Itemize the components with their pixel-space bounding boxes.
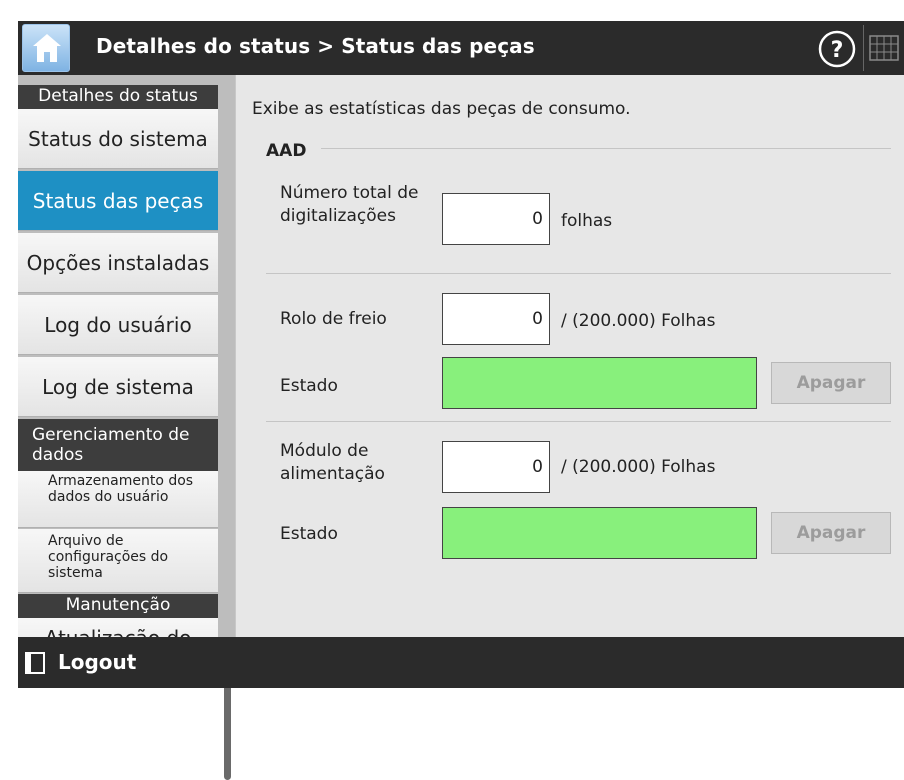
sidebar-scroll-thumb[interactable]: [224, 684, 231, 780]
sidebar-section-status: Detalhes do status: [18, 85, 218, 109]
feed-module-status-bar: [442, 507, 757, 559]
screen: Detalhes do status > Status das peças ? …: [0, 0, 904, 780]
sidebar-item-installed-options[interactable]: Opções instaladas: [18, 233, 218, 293]
logout-button[interactable]: Logout: [18, 637, 158, 688]
help-button[interactable]: ?: [817, 29, 857, 69]
sidebar-item-label: Opções instaladas: [26, 250, 210, 275]
sidebar-item-user-data-storage[interactable]: Armazenamento dos dados do usuário: [18, 471, 218, 528]
sidebar-item-user-log[interactable]: Log do usuário: [18, 295, 218, 355]
total-scans-unit: folhas: [561, 211, 613, 231]
home-button[interactable]: [22, 24, 70, 72]
svg-text:?: ?: [831, 38, 844, 63]
logout-label: Logout: [58, 650, 137, 674]
feed-module-label: Módulo de alimentação: [280, 441, 385, 484]
page-description: Exibe as estatísticas das peças de consu…: [252, 99, 631, 119]
sidebar-item-label: Log do usuário: [44, 312, 192, 337]
brake-roller-value: 0: [442, 293, 550, 345]
brake-roller-clear-button[interactable]: Apagar: [771, 362, 891, 404]
keyboard-icon: [869, 35, 899, 61]
row-divider: [266, 421, 891, 422]
feed-module-value: 0: [442, 441, 550, 493]
sidebar-item-label: Arquivo de configurações do sistema: [48, 533, 169, 581]
sidebar-item-parts-status[interactable]: Status das peças: [18, 171, 218, 231]
home-icon: [33, 34, 61, 62]
brake-roller-status-label: Estado: [280, 376, 338, 396]
brake-roller-unit: / (200.000) Folhas: [561, 311, 716, 331]
group-title: AAD: [266, 141, 307, 161]
sidebar-item-system-status[interactable]: Status do sistema: [18, 109, 218, 169]
logout-icon: [25, 652, 45, 674]
sidebar-item-label: Log de sistema: [42, 374, 194, 399]
page-title: Detalhes do status > Status das peças: [96, 34, 535, 58]
sidebar-section-data: Gerenciamento de dados: [18, 419, 218, 471]
sidebar-item-system-log[interactable]: Log de sistema: [18, 357, 218, 417]
header-divider: [863, 25, 864, 71]
footer-bar: Logout: [18, 637, 904, 688]
sidebar-item-update[interactable]: Atualização do: [18, 618, 218, 637]
total-scans-label: Número total de digitalizações: [280, 183, 419, 226]
feed-module-status-label: Estado: [280, 524, 338, 544]
sidebar-item-system-config-file[interactable]: Arquivo de configurações do sistema: [18, 529, 218, 593]
sidebar-item-label: Armazenamento dos dados do usuário: [48, 473, 194, 505]
help-icon: ?: [818, 30, 856, 68]
keyboard-button[interactable]: [869, 35, 899, 61]
brake-roller-status-bar: [442, 357, 757, 409]
sidebar-section-maintenance: Manutenção: [18, 594, 218, 618]
header-bar: Detalhes do status > Status das peças ?: [18, 21, 904, 75]
feed-module-unit: / (200.000) Folhas: [561, 457, 716, 477]
sidebar: Detalhes do status Status do sistema Sta…: [18, 75, 235, 637]
feed-module-clear-button[interactable]: Apagar: [771, 512, 891, 554]
sidebar-item-label: Atualização do: [45, 626, 192, 637]
brake-roller-label: Rolo de freio: [280, 309, 387, 329]
total-scans-value: 0: [442, 193, 550, 245]
main-panel: Exibe as estatísticas das peças de consu…: [235, 75, 904, 637]
row-divider: [266, 273, 891, 274]
sidebar-scrollbar[interactable]: [220, 75, 235, 637]
sidebar-item-label: Status das peças: [32, 188, 204, 213]
group-divider: [321, 148, 891, 149]
sidebar-item-label: Status do sistema: [28, 126, 208, 151]
